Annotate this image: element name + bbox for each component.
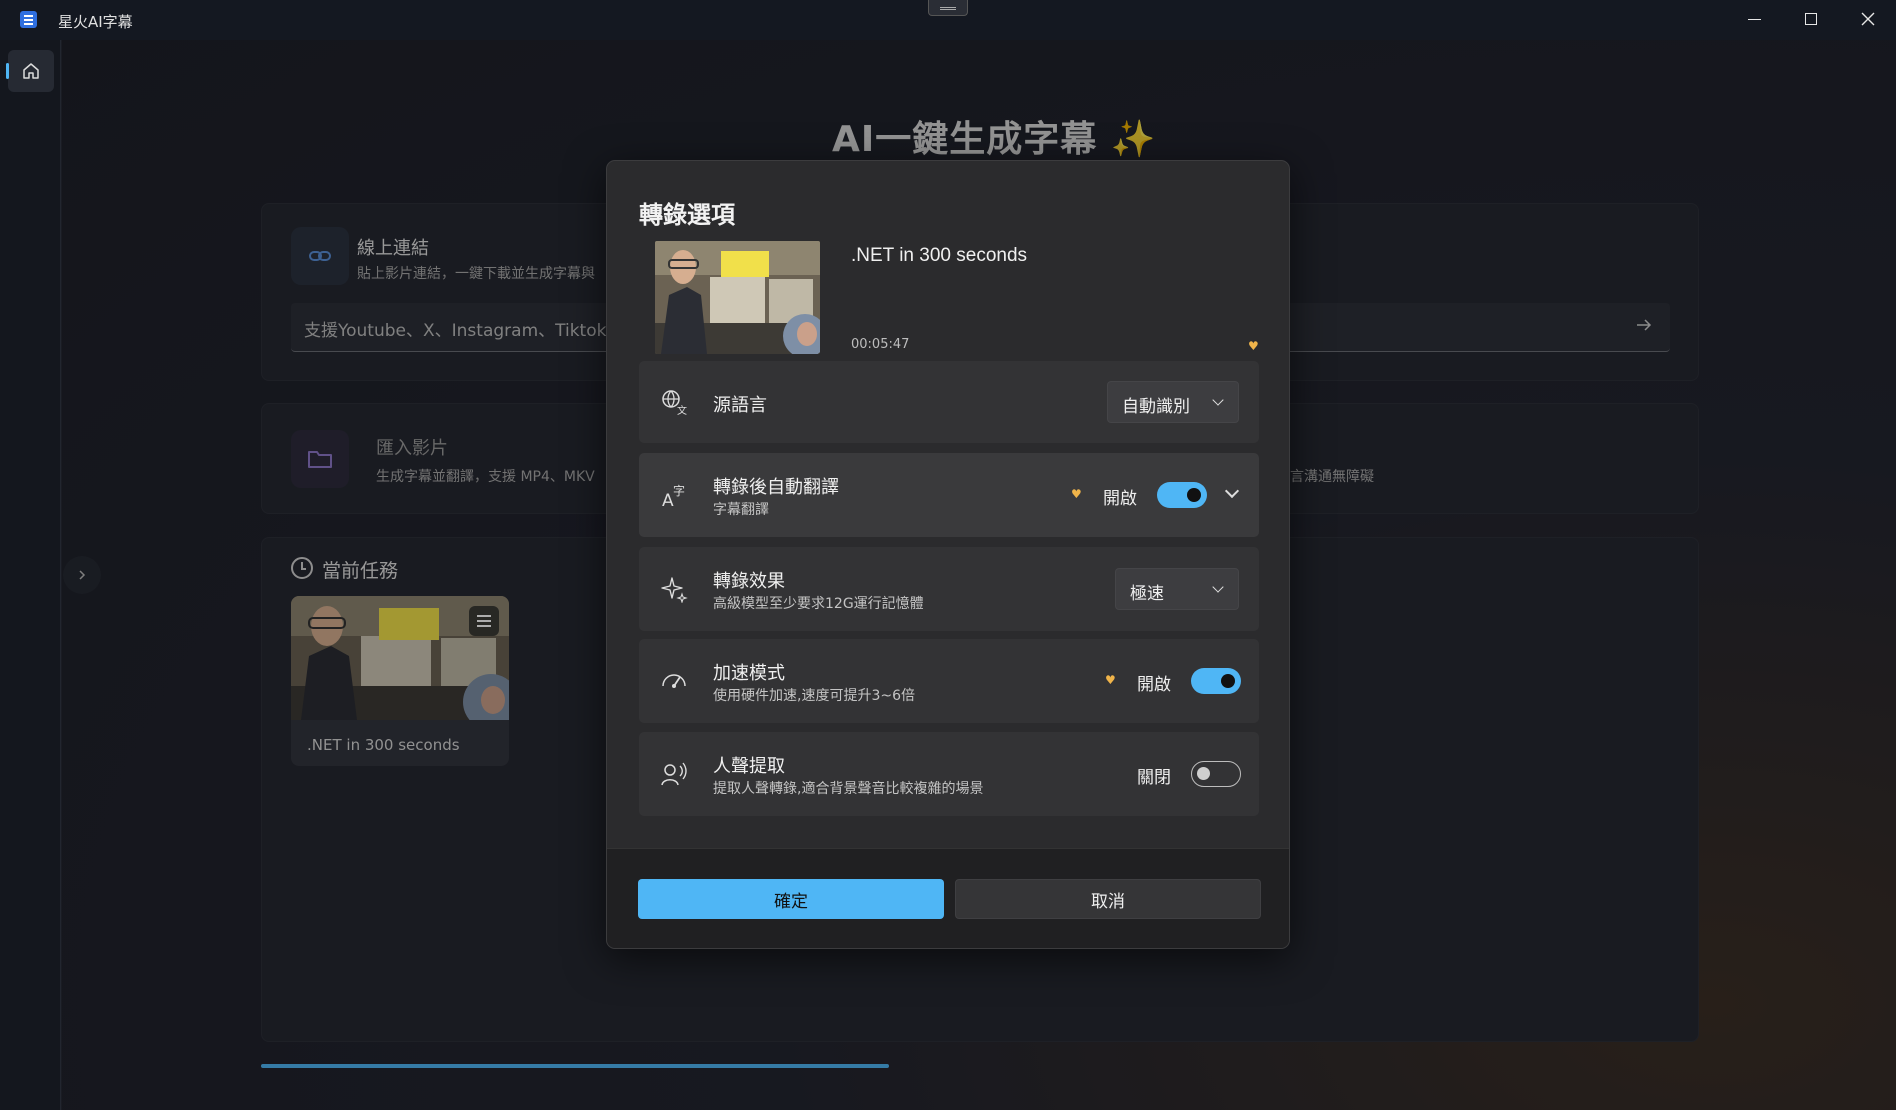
language-icon: 文 [659,387,689,417]
confirm-button[interactable]: 確定 [638,879,944,919]
premium-icon: ♥ [1071,487,1082,501]
app-title: 星火AI字幕 [58,13,133,31]
chevron-down-icon [1212,394,1224,406]
auto-translate-toggle[interactable] [1157,482,1207,508]
acceleration-toggle[interactable] [1191,668,1241,694]
vocal-extract-title: 人聲提取 [713,756,785,777]
transcription-options-dialog: 轉錄選項 .NET in 300 seconds 00:05:47 ♥ 文 源語… [606,160,1290,949]
minimize-icon [1747,18,1761,20]
voice-icon [659,759,689,789]
app-icon [20,11,37,28]
video-duration: 00:05:47 [851,337,910,352]
chevron-down-icon[interactable] [1224,483,1240,499]
option-transcription-effect: 轉錄效果 高級模型至少要求12G運行記憶體 極速 [639,547,1259,631]
video-name: .NET in 300 seconds [851,245,1028,266]
premium-icon: ♥ [1248,339,1259,353]
close-icon [1861,12,1875,26]
option-auto-translate[interactable]: A字 轉錄後自動翻譯 字幕翻譯 ♥ 開啟 [639,453,1259,537]
maximize-icon [1805,13,1817,25]
source-language-value: 自動識別 [1122,397,1190,417]
svg-text:文: 文 [677,404,687,416]
source-language-dropdown[interactable]: 自動識別 [1107,381,1239,423]
title-bar: 星火AI字幕 [0,0,1896,40]
dialog-title: 轉錄選項 [639,201,735,229]
speed-icon [659,666,689,696]
auto-translate-subtitle: 字幕翻譯 [713,502,769,518]
vocal-extract-state-label: 關閉 [1137,768,1171,788]
vocal-extract-subtitle: 提取人聲轉錄,適合背景聲音比較複雜的場景 [713,781,984,797]
cancel-button[interactable]: 取消 [955,879,1261,919]
home-icon [23,63,39,79]
vocal-extract-toggle[interactable] [1191,761,1241,787]
option-vocal-extract: 人聲提取 提取人聲轉錄,適合背景聲音比較複雜的場景 關閉 [639,732,1259,816]
maximize-button[interactable] [1783,0,1839,38]
effect-dropdown[interactable]: 極速 [1115,568,1239,610]
auto-translate-state-label: 開啟 [1103,489,1137,509]
effect-title: 轉錄效果 [713,571,785,592]
sidebar-item-home[interactable] [6,50,54,92]
option-source-language: 文 源語言 自動識別 [639,361,1259,443]
translate-icon: A字 [659,480,689,510]
source-language-title: 源語言 [713,395,767,416]
acceleration-subtitle: 使用硬件加速,速度可提升3~6倍 [713,688,915,704]
drag-handle[interactable] [928,0,968,16]
chevron-down-icon [1212,581,1224,593]
option-acceleration: 加速模式 使用硬件加速,速度可提升3~6倍 ♥ 開啟 [639,639,1259,723]
effect-value: 極速 [1130,584,1164,604]
auto-translate-title: 轉錄後自動翻譯 [713,477,839,498]
video-thumbnail-image [655,241,820,354]
svg-text:字: 字 [673,483,685,498]
minimize-button[interactable] [1726,0,1782,38]
sidebar [0,40,61,1110]
video-thumbnail [655,241,820,354]
acceleration-title: 加速模式 [713,663,785,684]
effect-subtitle: 高級模型至少要求12G運行記憶體 [713,596,924,612]
close-button[interactable] [1840,0,1896,38]
acceleration-state-label: 開啟 [1137,675,1171,695]
sparkle-icon [659,574,689,604]
premium-icon: ♥ [1105,673,1116,687]
